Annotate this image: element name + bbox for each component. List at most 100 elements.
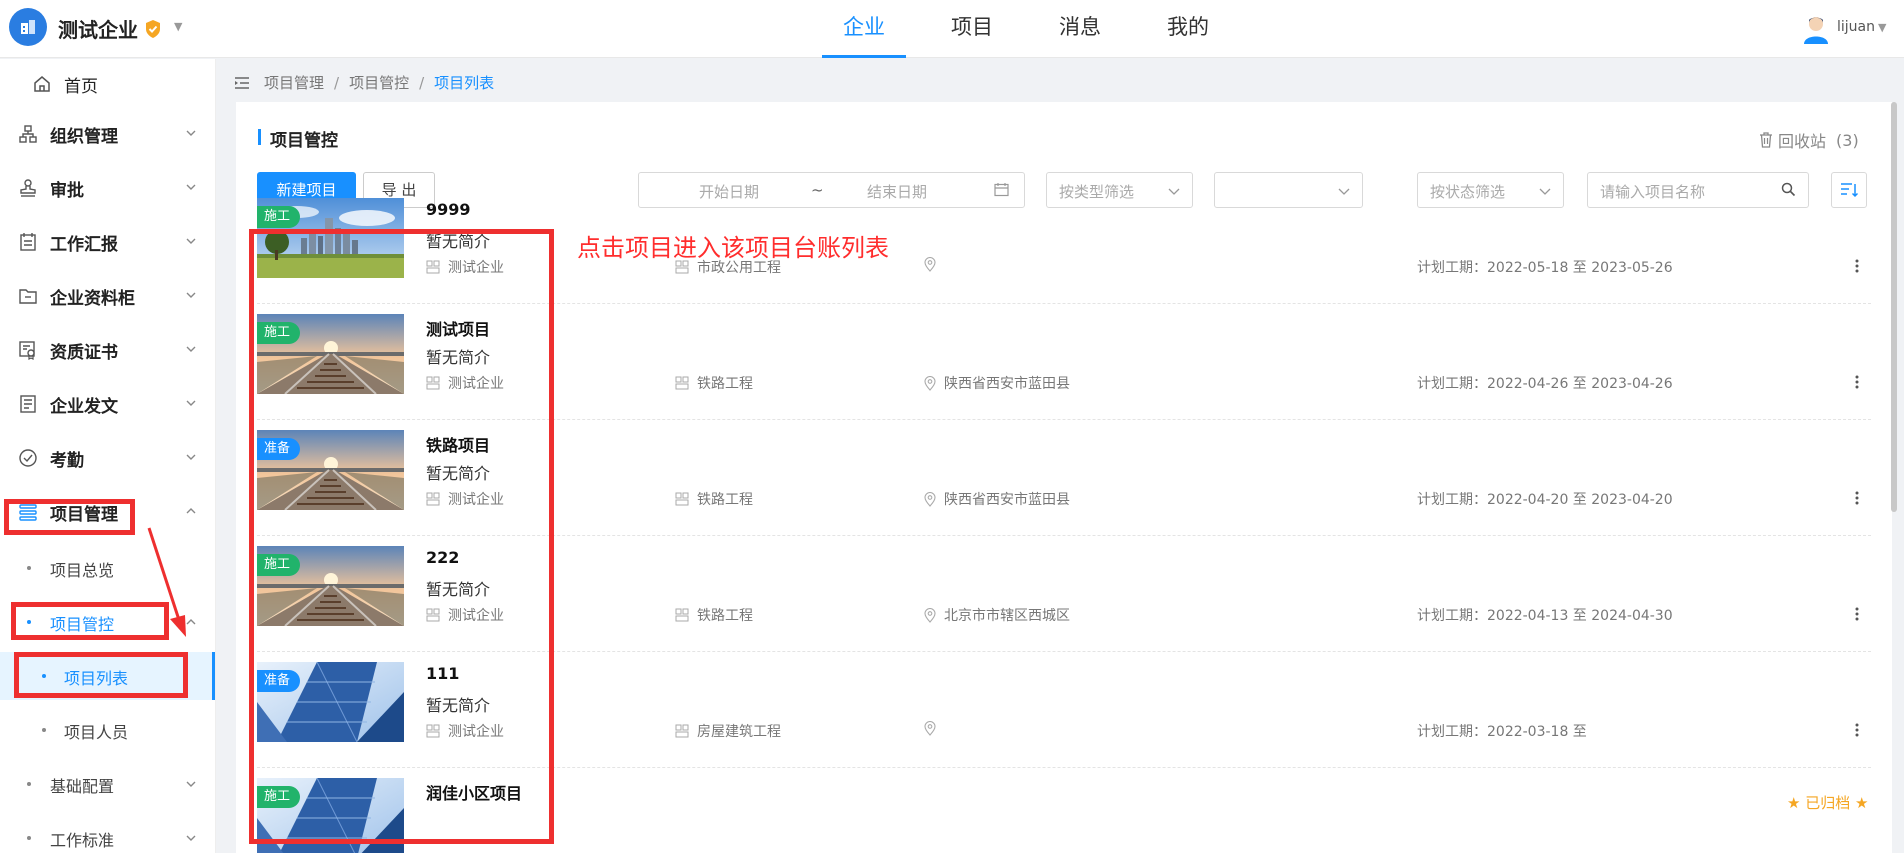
top-bar: 测试企业 ▼ 企业 项目 消息 我的 lijuan ▼ [0, 0, 1904, 58]
period-value: 2022-03-18 至 [1487, 724, 1587, 740]
project-type-label: 房屋建筑工程 [697, 724, 781, 740]
sidebar-item-work-report[interactable]: 工作汇报 [0, 217, 215, 267]
period-value: 2022-04-13 至 2024-04-30 [1487, 608, 1673, 624]
location-pin-icon [924, 721, 936, 736]
annotation-box-project-list-menu [14, 652, 188, 698]
org-chart-icon [19, 125, 37, 143]
project-type: 铁路工程 [675, 373, 753, 393]
location-pin-icon [924, 375, 936, 391]
nav-tab-messages[interactable]: 消息 [1026, 0, 1134, 58]
main-nav: 企业 项目 消息 我的 [810, 0, 1242, 58]
project-location-label: 陕西省西安市蓝田县 [944, 492, 1070, 508]
bullet-dot [27, 566, 31, 570]
project-location-label: 北京市市辖区西城区 [944, 608, 1070, 624]
chevron-down-icon [186, 292, 196, 298]
more-options-icon[interactable] [1854, 258, 1860, 274]
bullet-dot [27, 836, 31, 840]
sidebar-item-dispatch[interactable]: 企业发文 [0, 379, 215, 429]
more-options-icon[interactable] [1854, 490, 1860, 506]
period-value: 2022-04-20 至 2023-04-20 [1487, 492, 1673, 508]
project-location [924, 721, 944, 736]
project-type: 铁路工程 [675, 605, 753, 625]
breadcrumb-separator: / [334, 73, 340, 92]
category-icon [675, 260, 689, 274]
project-period: 计划工期： 2022-04-13 至 2024-04-30 [1417, 605, 1673, 625]
chevron-down-icon [186, 130, 196, 136]
user-avatar-icon[interactable] [1802, 14, 1830, 44]
nav-tab-enterprise[interactable]: 企业 [810, 0, 918, 58]
check-circle-icon [19, 449, 37, 467]
period-label: 计划工期： [1417, 376, 1487, 392]
archived-label: 已归档 [1805, 794, 1851, 812]
company-name[interactable]: 测试企业 [58, 14, 138, 43]
company-switch-caret-icon[interactable]: ▼ [174, 20, 182, 33]
user-menu-caret-icon[interactable]: ▼ [1878, 21, 1886, 34]
chevron-down-icon [186, 400, 196, 406]
sidebar-item-doc-cabinet[interactable]: 企业资料柜 [0, 271, 215, 321]
project-period: 计划工期： 2022-05-18 至 2023-05-26 [1417, 257, 1673, 277]
project-period: 计划工期： 2022-04-26 至 2023-04-26 [1417, 373, 1673, 393]
recycle-bin-count: (3) [1836, 130, 1859, 150]
panel-title: 项目管控 [258, 126, 338, 151]
sidebar-subitem-label: 工作标准 [50, 831, 115, 850]
sidebar-item-certificates[interactable]: 资质证书 [0, 325, 215, 375]
chevron-down-icon [186, 781, 196, 787]
project-period: 计划工期： 2022-03-18 至 [1417, 721, 1587, 741]
sidebar-subitem-base-config[interactable]: 基础配置 [0, 760, 215, 808]
project-type: 铁路工程 [675, 489, 753, 509]
chevron-down-icon [186, 346, 196, 352]
username[interactable]: lijuan [1837, 19, 1875, 35]
annotation-arrow-icon [147, 527, 186, 637]
breadcrumb-separator: / [419, 73, 425, 92]
sidebar-item-approval[interactable]: 审批 [0, 163, 215, 213]
recycle-bin-link[interactable]: 回收站 (3) [1759, 128, 1859, 152]
folder-icon [19, 289, 37, 304]
sidebar-item-label: 首页 [64, 76, 98, 97]
period-label: 计划工期： [1417, 260, 1487, 276]
bullet-dot [42, 728, 46, 732]
more-options-icon[interactable] [1854, 722, 1860, 738]
period-label: 计划工期： [1417, 608, 1487, 624]
archived-badge: ★ 已归档 ★ [1787, 794, 1869, 812]
nav-tab-project[interactable]: 项目 [918, 0, 1026, 58]
period-value: 2022-04-26 至 2023-04-26 [1487, 376, 1673, 392]
project-type: 市政公用工程 [675, 257, 781, 277]
project-location: 北京市市辖区西城区 [924, 605, 1070, 625]
company-logo-icon[interactable] [9, 8, 47, 46]
sidebar-subitem-label: 项目人员 [64, 723, 129, 742]
report-icon [20, 233, 36, 251]
breadcrumb-item[interactable]: 项目管理 [264, 72, 324, 93]
period-label: 计划工期： [1417, 492, 1487, 508]
sidebar-item-attendance[interactable]: 考勤 [0, 433, 215, 483]
period-label: 计划工期： [1417, 724, 1487, 740]
sidebar-subitem-work-standards[interactable]: 工作标准 [0, 814, 215, 853]
sidebar-item-org[interactable]: 组织管理 [0, 109, 215, 159]
project-type-label: 市政公用工程 [697, 260, 781, 276]
project-period: 计划工期： 2022-04-20 至 2023-04-20 [1417, 489, 1673, 509]
nav-tab-mine[interactable]: 我的 [1134, 0, 1242, 58]
project-location: 陕西省西安市蓝田县 [924, 373, 1070, 393]
recycle-bin-label: 回收站 [1778, 132, 1827, 151]
sidebar-item-home[interactable]: 首页 [0, 59, 215, 109]
project-location [924, 257, 944, 272]
sidebar-item-label: 企业资料柜 [50, 288, 135, 309]
page-scrollbar[interactable] [1891, 102, 1897, 512]
verified-badge-icon [146, 20, 160, 38]
location-pin-icon [924, 607, 936, 623]
project-type-label: 铁路工程 [697, 376, 753, 392]
stamp-icon [20, 179, 36, 197]
location-pin-icon [924, 257, 936, 272]
breadcrumb-item[interactable]: 项目管控 [349, 72, 409, 93]
more-options-icon[interactable] [1854, 606, 1860, 622]
sidebar-item-label: 工作汇报 [50, 234, 118, 255]
chevron-down-icon [186, 835, 196, 841]
sidebar: 首页 组织管理 审批 工作汇报 企业资料柜 资质证书 企业发文 考勤 项目管理 … [0, 59, 216, 853]
more-options-icon[interactable] [1854, 374, 1860, 390]
project-name[interactable]: 9999 [426, 200, 471, 219]
menu-collapse-icon[interactable] [234, 76, 250, 90]
sidebar-item-label: 组织管理 [50, 126, 118, 147]
annotation-box-project-list [249, 229, 554, 844]
breadcrumb: 项目管理 / 项目管控 / 项目列表 [234, 72, 494, 93]
period-value: 2022-05-18 至 2023-05-26 [1487, 260, 1673, 276]
sidebar-subitem-project-members[interactable]: 项目人员 [0, 706, 215, 754]
